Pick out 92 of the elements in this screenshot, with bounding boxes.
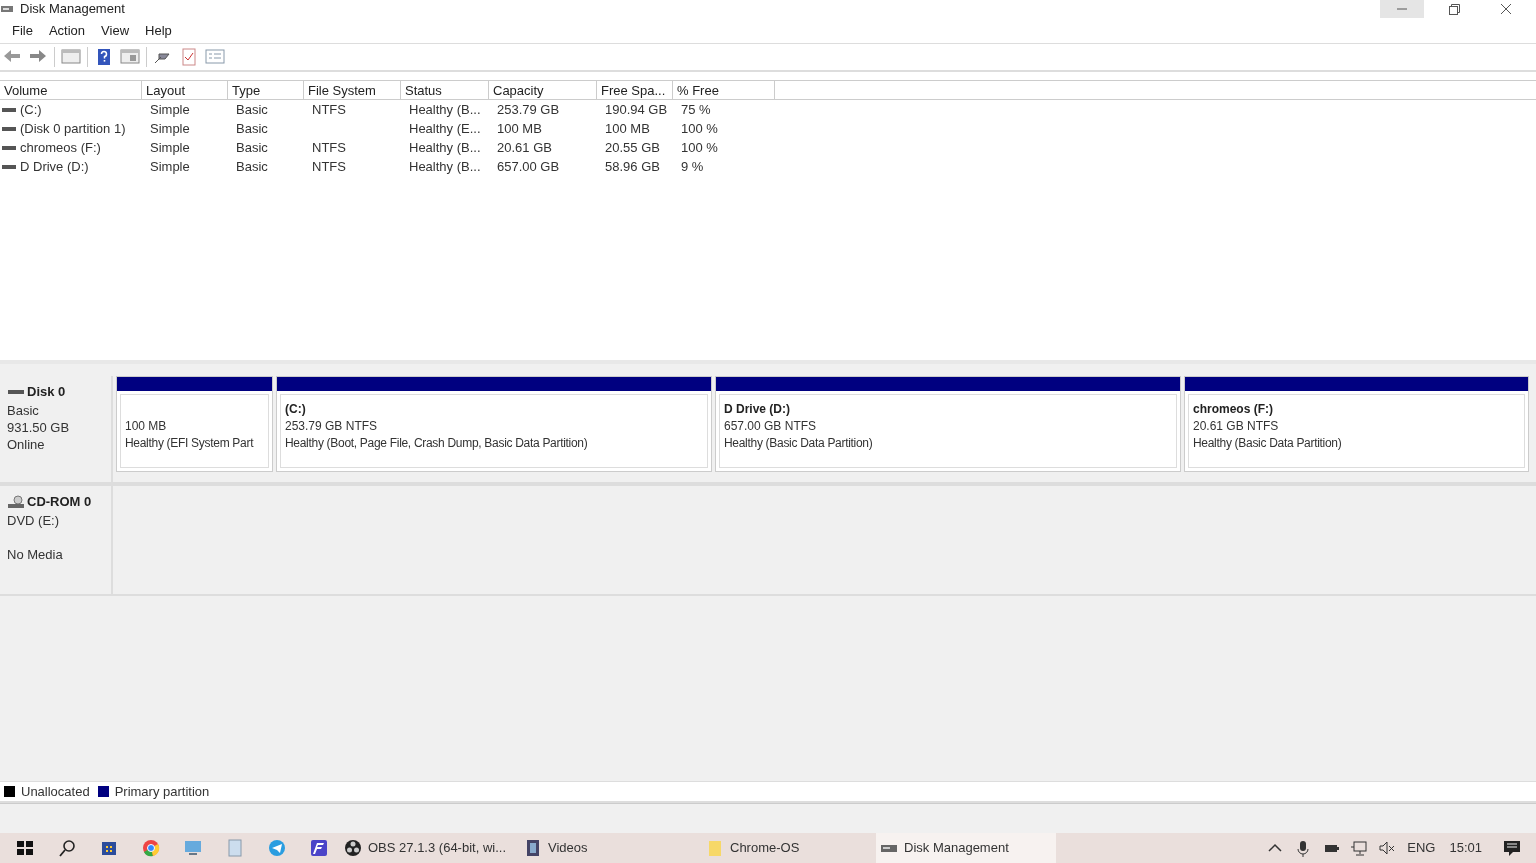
table-cell-text: 58.96 GB: [605, 157, 660, 176]
clock[interactable]: 15:01: [1449, 838, 1482, 858]
table-cell-text: Basic: [236, 119, 268, 138]
check-document-icon[interactable]: [179, 48, 199, 66]
column-header[interactable]: Volume: [0, 81, 142, 99]
column-header[interactable]: File System: [304, 81, 401, 99]
table-cell-text: 20.61 GB: [497, 138, 552, 157]
table-cell-text: 100 %: [681, 138, 718, 157]
partition-block[interactable]: (C:) 253.79 GB NTFS Healthy (Boot, Page File, Crash Dump, Basic Data Partition): [276, 376, 712, 472]
browser-circle-icon[interactable]: [141, 838, 161, 858]
search-icon[interactable]: [57, 838, 77, 858]
table-cell-text: Simple: [150, 119, 190, 138]
disk-info: Basic: [7, 401, 40, 419]
table-cell-text: D Drive (D:): [20, 157, 89, 176]
paper-plane-circle-icon[interactable]: [267, 838, 287, 858]
table-cell-text: Simple: [150, 138, 190, 157]
table-cell-text: 100 MB: [605, 119, 650, 138]
partition-size: 657.00 GB NTFS: [724, 418, 818, 435]
table-cell-text: 100 MB: [497, 119, 542, 138]
table-cell-text: Basic: [236, 100, 268, 119]
disk-status: Online: [7, 435, 46, 453]
table-cell-text: (C:): [20, 100, 42, 119]
table-cell-text: Healthy (B...: [409, 157, 481, 176]
partition-size: 20.61 GB NTFS: [1193, 418, 1280, 435]
partition-status: Healthy (Basic Data Partition): [724, 435, 874, 452]
partition-block[interactable]: chromeos (F:) 20.61 GB NTFS Healthy (Basic Data Partition): [1184, 376, 1529, 472]
table-cell-text: Simple: [150, 157, 190, 176]
menu-item[interactable]: Help: [139, 20, 178, 41]
table-cell-text: Healthy (E...: [409, 119, 481, 138]
disk-name: CD-ROM 0: [27, 493, 92, 511]
table-cell-text: Simple: [150, 100, 190, 119]
partition-block[interactable]: 100 MB Healthy (EFI System Part: [116, 376, 273, 472]
table-cell-text: 657.00 GB: [497, 157, 560, 176]
disk-info: DVD (E:): [7, 511, 60, 529]
panel-icon[interactable]: [120, 48, 140, 66]
film-icon: [524, 839, 542, 857]
folder-icon: [706, 839, 724, 857]
monitor-icon[interactable]: [183, 838, 203, 858]
taskbar-button[interactable]: Videos: [520, 833, 702, 863]
language-indicator[interactable]: ENG: [1407, 838, 1436, 858]
notification-icon[interactable]: [1502, 839, 1522, 857]
table-cell-text: chromeos (F:): [20, 138, 101, 157]
taskbar-button[interactable]: OBS 27.1.3 (64-bit, wi...: [340, 833, 520, 863]
column-header[interactable]: % Free: [673, 81, 775, 99]
column-header[interactable]: Status: [401, 81, 489, 99]
partition-size: 253.79 GB NTFS: [285, 418, 379, 435]
legend-label: Primary partition: [114, 782, 210, 801]
disk-status: No Media: [7, 545, 64, 563]
partition-label: (C:): [285, 401, 307, 418]
table-cell-text: Basic: [236, 138, 268, 157]
partition-status: Healthy (Basic Data Partition): [1193, 435, 1343, 452]
disk-info: 931.50 GB: [7, 418, 71, 436]
table-cell-text: 253.79 GB: [497, 100, 560, 119]
window-title: Disk Management: [20, 0, 125, 19]
partition-size: 100 MB: [125, 418, 168, 435]
column-header[interactable]: Free Spa...: [597, 81, 673, 99]
column-header[interactable]: Capacity: [489, 81, 597, 99]
table-cell-text: 190.94 GB: [605, 100, 668, 119]
table-cell-text: 20.55 GB: [605, 138, 660, 157]
minimize-icon: [1397, 8, 1407, 10]
column-header[interactable]: Type: [228, 81, 304, 99]
volume-muted-icon[interactable]: [1378, 839, 1397, 857]
circle-logo-icon: [344, 839, 362, 857]
partition-label: D Drive (D:): [724, 401, 791, 418]
letter-tile-icon[interactable]: [309, 838, 329, 858]
windows-logo-icon[interactable]: [15, 838, 35, 858]
table-cell-text: 75 %: [681, 100, 711, 119]
table-cell-text: NTFS: [312, 157, 346, 176]
partition-label: chromeos (F:): [1193, 401, 1274, 418]
table-cell-text: 100 %: [681, 119, 718, 138]
menu-item[interactable]: Action: [42, 20, 92, 41]
cd-drive-icon: [7, 494, 25, 509]
taskbar-button[interactable]: Disk Management: [876, 833, 1056, 863]
table-cell-text: (Disk 0 partition 1): [20, 119, 126, 138]
menu-item[interactable]: View: [95, 20, 136, 41]
network-icon[interactable]: [1350, 839, 1369, 857]
taskbar-button[interactable]: Chrome-OS: [702, 833, 876, 863]
partition-block[interactable]: D Drive (D:) 657.00 GB NTFS Healthy (Basic Data Partition): [715, 376, 1181, 472]
close-icon: [1501, 4, 1511, 14]
table-cell-text: NTFS: [312, 138, 346, 157]
partition-status: Healthy (Boot, Page File, Crash Dump, Basic Data Partition): [285, 435, 589, 452]
disk-name: Disk 0: [27, 383, 66, 401]
table-cell-text: Healthy (B...: [409, 138, 481, 157]
table-cell-text: NTFS: [312, 100, 346, 119]
legend-label: Unallocated: [21, 782, 90, 801]
column-header[interactable]: Layout: [142, 81, 228, 99]
table-cell-text: Basic: [236, 157, 268, 176]
table-cell-text: Healthy (B...: [409, 100, 481, 119]
restore-icon: [1448, 3, 1460, 15]
table-cell-text: 9 %: [681, 157, 704, 176]
menu-item[interactable]: File: [6, 20, 39, 41]
partition-status: Healthy (EFI System Part: [125, 435, 255, 452]
